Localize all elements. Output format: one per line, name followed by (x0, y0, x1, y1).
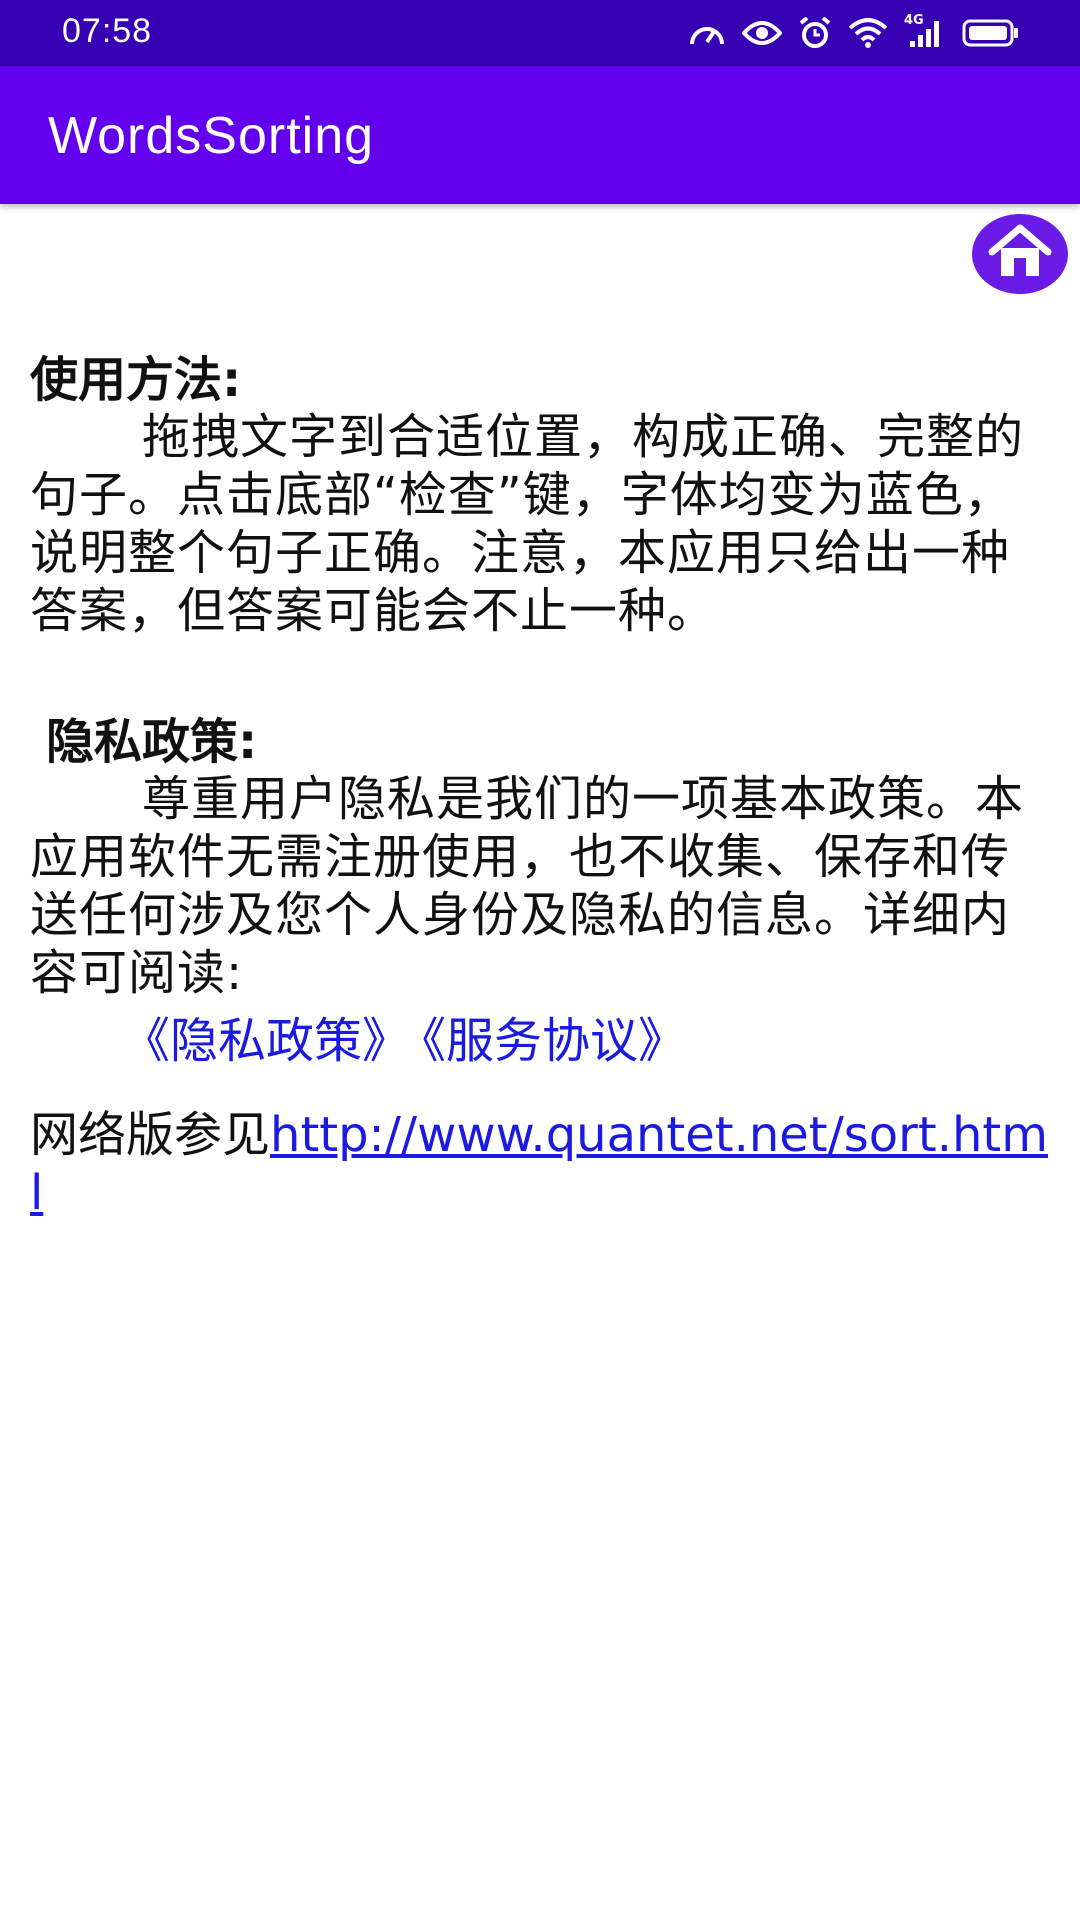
web-version-line: 网络版参见http://www.quantet.net/sort.html (30, 1106, 1052, 1222)
speedometer-icon (688, 18, 726, 48)
web-version-label: 网络版参见 (30, 1107, 271, 1163)
home-button[interactable] (972, 214, 1068, 294)
privacy-body: 尊重用户隐私是我们的一项基本政策。本应用软件无需注册使用，也不收集、保存和传送任… (30, 771, 1025, 1001)
status-bar: 07:58 4G (0, 0, 1080, 66)
privacy-policy-link[interactable]: 《隐私政策》 (122, 1013, 410, 1069)
service-agreement-link[interactable]: 《服务协议》 (422, 1013, 686, 1069)
battery-icon (962, 18, 1020, 48)
privacy-title: 隐私政策: (46, 714, 258, 770)
signal-4g-icon: 4G (904, 13, 946, 49)
status-time: 07:58 (62, 12, 153, 50)
alarm-icon (798, 17, 832, 49)
status-icons: 4G (688, 13, 1020, 52)
main-content: 使用方法: 拖拽文字到合适位置，构成正确、完整的句子。点击底部“检查”键，字体均… (30, 352, 1052, 1222)
usage-body: 拖拽文字到合适位置，构成正确、完整的句子。点击底部“检查”键，字体均变为蓝色，说… (30, 409, 1025, 639)
eye-icon (742, 19, 782, 47)
policy-links: 《隐私政策》 《服务协议》 (122, 1012, 1052, 1070)
wifi-icon (848, 18, 888, 48)
app-bar: WordsSorting (0, 66, 1080, 204)
app-title: WordsSorting (48, 107, 375, 165)
home-icon (988, 224, 1052, 284)
usage-title: 使用方法: (30, 352, 242, 408)
